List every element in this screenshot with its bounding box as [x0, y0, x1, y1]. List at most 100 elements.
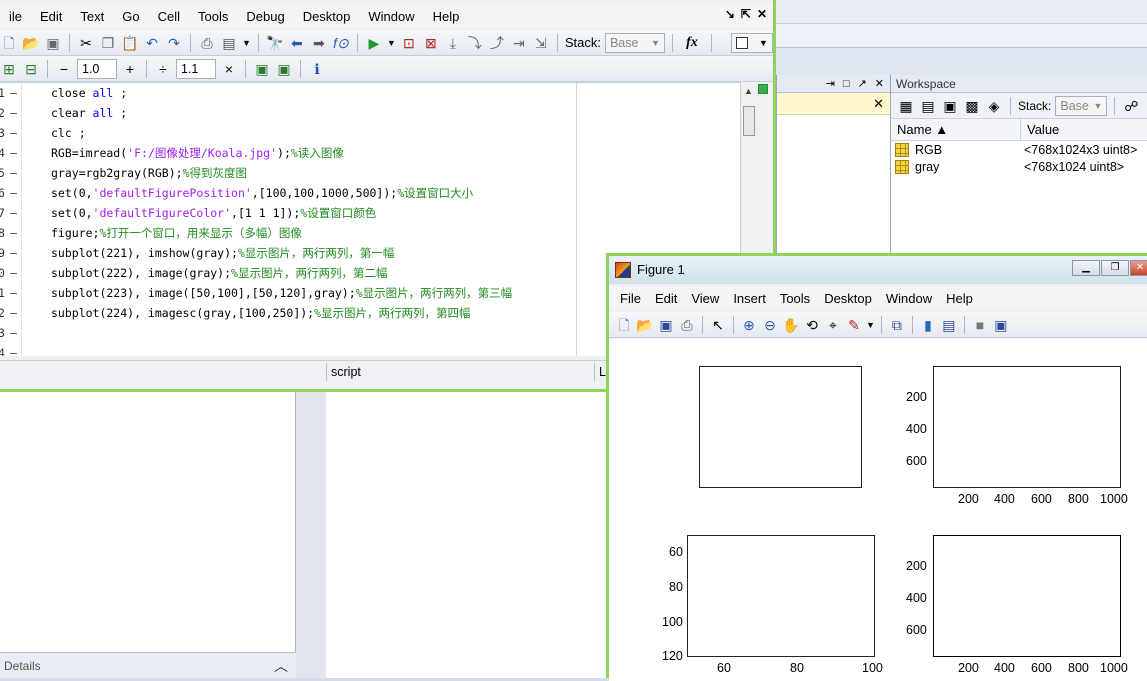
run-icon[interactable]: ▶: [365, 34, 383, 52]
breakpoint-marker[interactable]: –: [10, 343, 17, 356]
step-in-icon[interactable]: ⤵: [466, 34, 484, 52]
layout-select[interactable]: ▼: [730, 32, 773, 53]
brush-icon[interactable]: ✎: [845, 316, 863, 334]
code-line[interactable]: 3– clc ;: [0, 123, 740, 143]
menu-desktop[interactable]: Desktop: [817, 291, 879, 306]
step-out-icon[interactable]: ⤴: [488, 34, 506, 52]
zoom-in-icon[interactable]: ⊕: [740, 316, 758, 334]
new-file-icon[interactable]: 🗋: [0, 34, 18, 52]
redo-icon[interactable]: ↷: [165, 34, 183, 52]
menu-edit[interactable]: Edit: [648, 291, 684, 306]
import-data-icon[interactable]: ▩: [963, 97, 981, 115]
breakpoint-marker[interactable]: –: [10, 263, 17, 283]
chevron-down-icon[interactable]: ▼: [866, 320, 875, 330]
breakpoint-marker[interactable]: –: [10, 303, 17, 323]
show-plot-tools-icon[interactable]: ▣: [992, 316, 1010, 334]
copy-icon[interactable]: ❐: [99, 34, 117, 52]
set-breakpoint-icon[interactable]: ⊡: [400, 34, 418, 52]
stack-select[interactable]: Base ▼: [1055, 95, 1108, 116]
menu-debug[interactable]: Debug: [237, 9, 293, 24]
increment-button[interactable]: +: [121, 60, 139, 78]
increment-value-field[interactable]: 1.0: [77, 58, 117, 79]
menu-tools[interactable]: Tools: [773, 291, 817, 306]
details-bar[interactable]: Details ︿: [0, 652, 296, 678]
code-line[interactable]: 6– set(0,'defaultFigurePosition',[100,100…: [0, 183, 740, 203]
menu-view[interactable]: View: [684, 291, 726, 306]
column-name-header[interactable]: Name ▲: [891, 119, 1021, 140]
dock-icon[interactable]: ↘: [725, 7, 735, 21]
menu-go[interactable]: Go: [113, 9, 148, 24]
edit-plot-icon[interactable]: ↖: [709, 316, 727, 334]
maximize-button[interactable]: ❐: [1101, 260, 1129, 276]
breakpoint-marker[interactable]: –: [10, 283, 17, 303]
menu-window[interactable]: Window: [359, 9, 423, 24]
menu-help[interactable]: Help: [939, 291, 980, 306]
chevron-down-icon[interactable]: ▼: [387, 38, 396, 48]
paste-icon[interactable]: 📋: [121, 34, 139, 52]
save-icon[interactable]: ▣: [657, 316, 675, 334]
back-icon[interactable]: ⬅: [288, 34, 306, 52]
close-icon[interactable]: ✕: [757, 7, 767, 21]
fx-icon[interactable]: fx: [680, 34, 704, 52]
figure-canvas[interactable]: 200 400 600 200 400 600 800 1000 60 80 1…: [609, 339, 1147, 681]
breakpoint-marker[interactable]: –: [10, 203, 17, 223]
close-button[interactable]: ✕: [1130, 260, 1147, 276]
menu-window[interactable]: Window: [879, 291, 939, 306]
workspace-row[interactable]: RGB <768x1024x3 uint8>: [891, 141, 1147, 158]
breakpoint-marker[interactable]: –: [10, 163, 17, 183]
cut-icon[interactable]: ✂: [77, 34, 95, 52]
cell-publish-icon[interactable]: ▣: [275, 60, 293, 78]
info-icon[interactable]: ℹ: [308, 60, 326, 78]
close-message-icon[interactable]: ✕: [873, 96, 884, 112]
show-cell-titles-icon[interactable]: ▣: [253, 60, 271, 78]
plot-selection-icon[interactable]: ☍: [1122, 97, 1140, 115]
breakpoint-marker[interactable]: –: [10, 123, 17, 143]
rotate-3d-icon[interactable]: ⟲: [803, 316, 821, 334]
code-line[interactable]: 4– RGB=imread('F:/图像处理/Koala.jpg');%读入图像: [0, 143, 740, 163]
eval-cell-advance-icon[interactable]: ⊟: [22, 60, 40, 78]
divide-button[interactable]: ÷: [154, 60, 172, 78]
code-line[interactable]: 7– set(0,'defaultFigureColor',[1 1 1]);%设…: [0, 203, 740, 223]
chevron-down-icon[interactable]: ▼: [242, 38, 251, 48]
link-plot-icon[interactable]: ⧉: [888, 316, 906, 334]
figure-titlebar[interactable]: Figure 1 ▁ ❐ ✕: [609, 256, 1147, 284]
new-variable-icon[interactable]: ▦: [897, 97, 915, 115]
open-variable-icon[interactable]: ▤: [919, 97, 937, 115]
breakpoint-marker[interactable]: –: [10, 223, 17, 243]
data-cursor-icon[interactable]: ⌖: [824, 316, 842, 334]
publish-icon[interactable]: ▤: [220, 34, 238, 52]
code-line[interactable]: 5– gray=rgb2gray(RGB);%得到灰度图: [0, 163, 740, 183]
breakpoint-marker[interactable]: –: [10, 143, 17, 163]
code-line[interactable]: 1– close all ;: [0, 83, 740, 103]
maximize-icon[interactable]: □: [843, 78, 850, 90]
menu-file[interactable]: ile: [0, 9, 31, 24]
zoom-out-icon[interactable]: ⊖: [761, 316, 779, 334]
forward-icon[interactable]: ➡: [310, 34, 328, 52]
new-figure-icon[interactable]: 🗋: [615, 316, 633, 334]
stack-select[interactable]: Base ▼: [604, 32, 665, 53]
undock-icon[interactable]: ⇥: [826, 77, 835, 90]
menu-cell[interactable]: Cell: [149, 9, 189, 24]
close-icon[interactable]: ✕: [875, 77, 884, 90]
undock-arrow-icon[interactable]: ↗: [858, 77, 867, 90]
minimize-button[interactable]: ▁: [1072, 260, 1100, 276]
continue-icon[interactable]: ⇥: [510, 34, 528, 52]
clear-breakpoints-icon[interactable]: ⊠: [422, 34, 440, 52]
menu-insert[interactable]: Insert: [726, 291, 773, 306]
menu-edit[interactable]: Edit: [31, 9, 71, 24]
breakpoint-marker[interactable]: –: [10, 323, 17, 343]
exit-debug-icon[interactable]: ⇲: [532, 34, 550, 52]
multiply-value-field[interactable]: 1.1: [176, 58, 216, 79]
chevron-up-icon[interactable]: ︿: [274, 653, 288, 679]
print-icon[interactable]: ⎙: [198, 34, 216, 52]
code-line[interactable]: 2– clear all ;: [0, 103, 740, 123]
find-icon[interactable]: 🔭: [266, 34, 284, 52]
breakpoint-marker[interactable]: –: [10, 243, 17, 263]
breakpoint-marker[interactable]: –: [10, 103, 17, 123]
menu-help[interactable]: Help: [424, 9, 469, 24]
open-file-icon[interactable]: 📂: [636, 316, 654, 334]
print-icon[interactable]: ⎙: [678, 316, 696, 334]
command-window-area[interactable]: [326, 392, 610, 678]
delete-variable-icon[interactable]: ◈: [985, 97, 1003, 115]
step-icon[interactable]: ⤓: [444, 34, 462, 52]
